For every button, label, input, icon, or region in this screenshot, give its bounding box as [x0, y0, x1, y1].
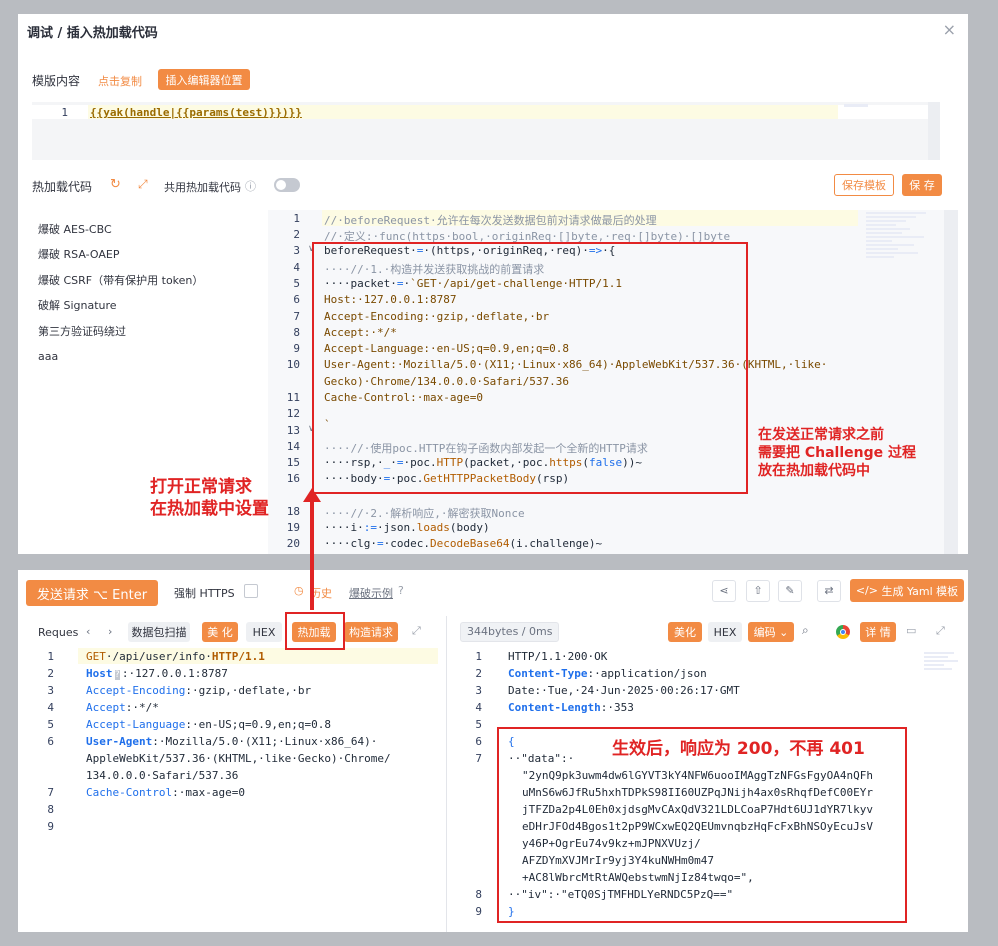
req-beautify-button[interactable]: 美 化: [202, 622, 238, 642]
search-icon[interactable]: ⌕: [802, 623, 809, 638]
template-item[interactable]: 第三方验证码绕过: [38, 319, 203, 344]
send-request-button[interactable]: 发送请求 ⌥ Enter: [26, 580, 158, 606]
annotation-open-request: 打开正常请求 在热加载中设置: [150, 477, 269, 519]
force-https-label: 强制 HTTPS: [174, 587, 235, 600]
chevron-right-icon[interactable]: ›: [108, 625, 112, 638]
annotation-arrow-shaft: [310, 498, 314, 610]
insert-editor-button[interactable]: 插入编辑器位置: [158, 69, 250, 90]
encode-dropdown[interactable]: 编码 ⌄: [748, 622, 794, 642]
code-icon: </>: [855, 584, 882, 597]
template-item[interactable]: aaa: [38, 344, 203, 369]
fullscreen-icon[interactable]: ⤢: [138, 177, 148, 192]
editor-scrollbar[interactable]: [944, 210, 958, 554]
template-label: 模版内容: [32, 74, 81, 88]
history-icon[interactable]: ◷: [294, 584, 304, 597]
build-request-button[interactable]: 构造请求: [344, 622, 398, 642]
comment-icon[interactable]: ▭: [906, 624, 916, 637]
template-item[interactable]: 爆破 RSA-OAEP: [38, 242, 203, 267]
request-tab-label: Reques: [38, 626, 79, 639]
info-icon: ⓘ: [245, 180, 256, 193]
template-item[interactable]: 爆破 AES-CBC: [38, 217, 203, 242]
chevron-down-icon: ⌄: [775, 625, 789, 639]
template-item[interactable]: 破解 Signature: [38, 293, 203, 318]
generate-yaml-button[interactable]: </> 生成 Yaml 模板: [850, 579, 964, 602]
share-toggle[interactable]: [274, 178, 300, 192]
save-template-button[interactable]: 保存模板: [834, 174, 894, 196]
help-icon: ?: [398, 584, 404, 597]
response-editor[interactable]: 1 HTTP/1.1·200·OK 2 Content-Type:·applicat…: [454, 648, 968, 932]
share-icon[interactable]: ⋖: [712, 580, 736, 602]
req-fullscreen-icon[interactable]: ⤢: [412, 624, 421, 638]
annotation-response: 生效后，响应为 200，不再 401: [612, 739, 865, 759]
hotload-button[interactable]: 热加载: [292, 622, 336, 642]
swap-icon[interactable]: ⇄: [817, 580, 841, 602]
response-size-badge: 344bytes / 0ms: [460, 622, 560, 642]
resp-hex-button[interactable]: HEX: [708, 622, 742, 642]
save-button[interactable]: 保 存: [902, 174, 942, 196]
resp-fullscreen-icon[interactable]: ⤢: [936, 624, 945, 638]
annotation-arrow-head: [303, 488, 321, 502]
annotation-challenge: 在发送正常请求之前 需要把 Challenge 过程 放在热加载代码中: [758, 427, 917, 479]
dialog-title: 调试 / 插入热加载代码: [27, 26, 158, 41]
hotload-label: 热加载代码: [32, 180, 93, 194]
share-label: 共用热加载代码: [164, 181, 241, 194]
req-hex-button[interactable]: HEX: [246, 622, 282, 642]
chevron-left-icon[interactable]: ‹: [86, 625, 90, 638]
template-editor[interactable]: 1 {{yak(handle|{{params(test)}})}}: [32, 102, 940, 160]
edit-icon[interactable]: ✎: [778, 580, 802, 602]
examples-link[interactable]: 爆破示例: [349, 585, 393, 601]
template-code: {{yak(handle|{{params(test)}})}}: [90, 106, 302, 119]
resp-beautify-button[interactable]: 美化: [668, 622, 702, 642]
template-item[interactable]: 爆破 CSRF（带有保护用 token）: [38, 268, 203, 293]
force-https-checkbox[interactable]: [244, 584, 258, 598]
template-list: 爆破 AES-CBC 爆破 RSA-OAEP 爆破 CSRF（带有保护用 tok…: [38, 217, 203, 369]
hotload-code-editor[interactable]: 1//·beforeRequest·允许在每次发送数据包前对请求做最后的处理 2…: [268, 210, 958, 554]
refresh-icon[interactable]: ↻: [110, 177, 121, 192]
export-icon[interactable]: ⇧: [746, 580, 770, 602]
packet-scan-button[interactable]: 数据包扫描: [128, 622, 190, 642]
copy-link[interactable]: 点击复制: [98, 73, 142, 89]
request-editor[interactable]: 1 GET·/api/user/info·HTTP/1.1 2 Host?:·127…: [26, 648, 438, 932]
detail-button[interactable]: 详 情: [860, 622, 896, 642]
close-icon[interactable]: ×: [943, 20, 956, 39]
chrome-icon[interactable]: [836, 625, 850, 639]
